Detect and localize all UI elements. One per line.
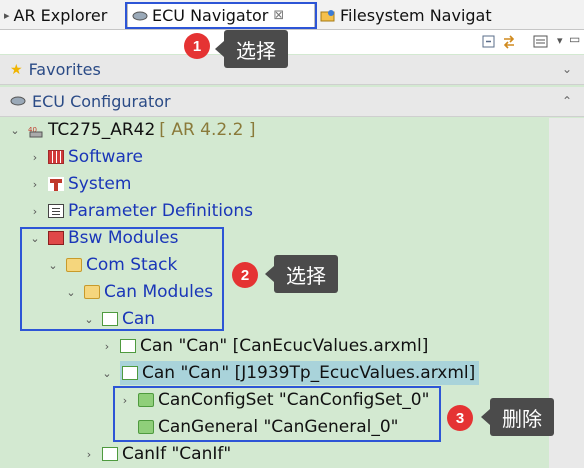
chevron-right-icon[interactable]: › xyxy=(28,178,42,191)
section-title: Favorites xyxy=(28,60,101,79)
tab-ar-explorer[interactable]: ▸ AR Explorer xyxy=(4,3,107,27)
tab-label: ECU Navigator xyxy=(152,5,269,25)
system-icon xyxy=(48,177,64,191)
chevron-double-down-icon[interactable]: ⌄ xyxy=(562,62,572,76)
tab-label: Filesystem Navigat xyxy=(340,5,492,25)
chevron-down-icon[interactable]: ⌄ xyxy=(82,313,96,326)
module-icon xyxy=(102,312,118,326)
tree-item-can-modules[interactable]: ⌄ Can Modules xyxy=(64,280,213,304)
tree-item-label: TC275_AR42 xyxy=(48,120,156,140)
callout-select-2: 选择 xyxy=(265,255,338,293)
tree-item-label: Can "Can" [J1939Tp_EcucValues.arxml] xyxy=(142,363,476,383)
ecu-configurator-icon xyxy=(10,92,26,111)
tab-label: AR Explorer xyxy=(13,5,108,25)
ecu-configurator-section-header[interactable]: ECU Configurator ⌃ xyxy=(0,87,584,117)
chevron-right-icon[interactable]: › xyxy=(82,448,96,461)
chevron-double-up-icon[interactable]: ⌃ xyxy=(562,94,572,108)
tree-item-label: CanIf "CanIf" xyxy=(122,444,232,464)
folder-icon xyxy=(66,258,82,272)
callout-select-1: 选择 xyxy=(215,30,288,68)
filesystem-icon xyxy=(320,8,336,22)
tree-item-can[interactable]: ⌄ Can xyxy=(82,307,155,331)
tree-item-label: Software xyxy=(68,147,143,167)
tree-item-label: Com Stack xyxy=(86,255,178,275)
chevron-down-icon[interactable]: ⌄ xyxy=(64,286,78,299)
tab-ecu-navigator[interactable]: ECU Navigator ⊠ xyxy=(127,3,315,27)
tree-item-com-stack[interactable]: ⌄ Com Stack xyxy=(46,253,177,277)
chevron-right-icon[interactable]: › xyxy=(100,340,114,353)
callout-delete: 删除 xyxy=(481,398,554,436)
step-badge-3: 3 xyxy=(447,405,473,431)
view-toolbar: ▾ ▭ xyxy=(0,30,584,54)
selected-row-highlight: Can "Can" [J1939Tp_EcucValues.arxml] xyxy=(120,361,480,385)
container-folder-icon xyxy=(138,420,154,434)
tree-item-can-config-set[interactable]: › CanConfigSet "CanConfigSet_0" xyxy=(118,388,430,412)
tree-item-label: CanConfigSet "CanConfigSet_0" xyxy=(158,390,430,410)
tree-item-label: Parameter Definitions xyxy=(68,201,254,221)
tree-item-label: System xyxy=(68,174,132,194)
tree-item-parameter-definitions[interactable]: › Parameter Definitions xyxy=(28,199,253,223)
tree-item-label: Can "Can" [CanEcucValues.arxml] xyxy=(140,336,429,356)
tree-item-label: CanGeneral "CanGeneral_0" xyxy=(158,417,399,437)
tree-item-label: Can xyxy=(122,309,156,329)
chevron-down-icon[interactable]: ⌄ xyxy=(8,124,22,137)
tree-item-bsw-modules[interactable]: ⌄ Bsw Modules xyxy=(28,226,179,250)
close-tab-icon[interactable]: ⊠ xyxy=(273,8,284,23)
tree-item-can-general[interactable]: CanGeneral "CanGeneral_0" xyxy=(118,415,398,439)
minimize-icon[interactable]: ▭ xyxy=(569,32,584,48)
module-icon xyxy=(102,447,118,461)
ecu-project-icon: 40 xyxy=(28,123,44,138)
view-tab-bar: ▸ AR Explorer ECU Navigator ⊠ Filesystem… xyxy=(0,0,584,30)
tree-item-label: Can Modules xyxy=(104,282,214,302)
tab-filesystem-navigator[interactable]: Filesystem Navigat xyxy=(320,3,492,27)
chevron-right-icon[interactable]: › xyxy=(28,205,42,218)
step-badge-2: 2 xyxy=(232,262,258,288)
module-config-icon xyxy=(120,339,136,353)
software-icon xyxy=(48,150,64,164)
vertical-scrollbar[interactable] xyxy=(549,118,584,468)
chevron-down-icon[interactable]: ⌄ xyxy=(46,259,60,272)
link-with-editor-icon[interactable] xyxy=(501,34,517,50)
tree-item-label: Bsw Modules xyxy=(68,228,179,248)
collapse-all-icon[interactable] xyxy=(481,34,497,50)
ecu-navigator-icon xyxy=(132,8,148,22)
tree-item-root[interactable]: ⌄ 40 TC275_AR42 [ AR 4.2.2 ] xyxy=(8,118,255,142)
star-icon: ★ xyxy=(10,61,23,78)
step-badge-1: 1 xyxy=(184,33,210,59)
chevron-right-icon[interactable]: › xyxy=(118,394,132,407)
tree-item-can-j1939[interactable]: ⌄ Can "Can" [J1939Tp_EcucValues.arxml] xyxy=(100,361,480,385)
ar-explorer-icon: ▸ xyxy=(4,8,10,22)
section-title: ECU Configurator xyxy=(32,92,171,111)
container-folder-icon xyxy=(138,393,154,407)
folder-icon xyxy=(84,285,100,299)
tree-item-can-ecuc-values[interactable]: › Can "Can" [CanEcucValues.arxml] xyxy=(100,334,429,358)
chevron-right-icon[interactable]: › xyxy=(28,151,42,164)
view-menu-icon[interactable] xyxy=(533,34,551,50)
chevron-down-icon[interactable]: ⌄ xyxy=(100,367,114,380)
chevron-down-icon[interactable]: ⌄ xyxy=(28,232,42,245)
document-icon xyxy=(48,204,64,218)
tree-item-software[interactable]: › Software xyxy=(28,145,143,169)
version-label: [ AR 4.2.2 ] xyxy=(159,120,256,140)
module-config-icon xyxy=(122,366,138,380)
tree-item-system[interactable]: › System xyxy=(28,172,132,196)
bsw-modules-icon xyxy=(48,231,64,245)
tree-item-canif[interactable]: › CanIf "CanIf" xyxy=(82,442,231,466)
favorites-section-header[interactable]: ★ Favorites ⌄ xyxy=(0,55,584,85)
